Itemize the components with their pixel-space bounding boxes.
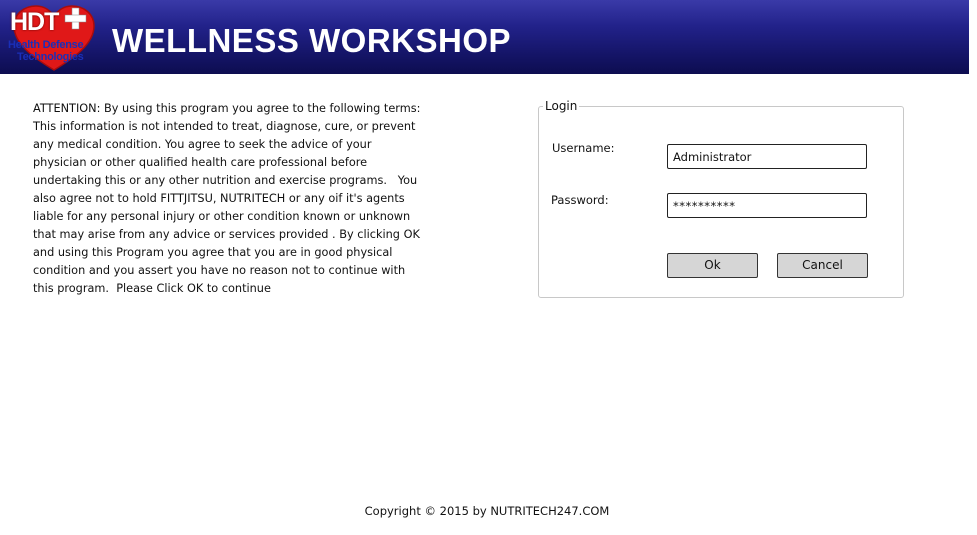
password-input[interactable]: [667, 193, 867, 218]
login-panel-title: Login: [543, 99, 580, 113]
copyright-footer: Copyright © 2015 by NUTRITECH247.COM: [364, 504, 610, 518]
cancel-button[interactable]: Cancel: [777, 253, 868, 278]
attention-notice: ATTENTION: By using this program you agr…: [33, 102, 428, 295]
username-input[interactable]: [667, 144, 867, 169]
logo-abbreviation: HDT: [10, 8, 59, 36]
app-title: WELLNESS WORKSHOP: [112, 22, 512, 59]
logo-company-line1: Health Defense: [8, 39, 84, 51]
ok-button[interactable]: Ok: [667, 253, 758, 278]
username-label: Username:: [552, 141, 615, 155]
password-label: Password:: [551, 193, 609, 207]
page: HDT Health Defense Technologies WELLNESS…: [0, 0, 977, 535]
logo: HDT Health Defense Technologies: [6, 2, 102, 72]
header-banner: HDT Health Defense Technologies WELLNESS…: [0, 0, 969, 74]
logo-company-line2: Technologies: [17, 51, 84, 63]
